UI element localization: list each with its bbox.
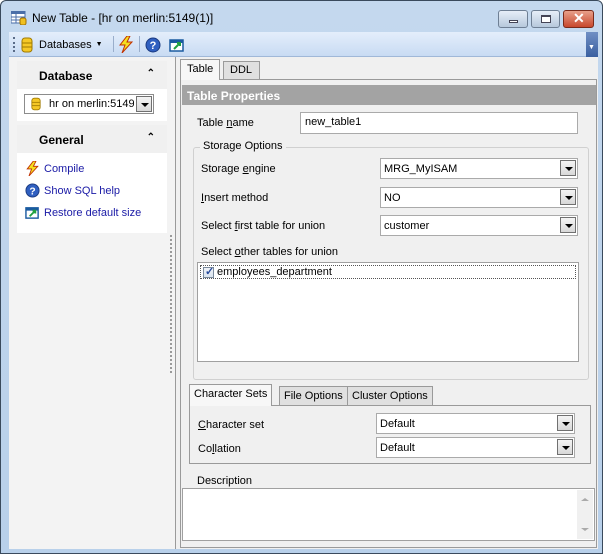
- databases-dropdown-button[interactable]: Databases ▼: [21, 35, 103, 54]
- show-sql-help-link[interactable]: ? Show SQL help: [25, 183, 120, 198]
- first-table-label: Select first table for union: [201, 220, 326, 232]
- storage-engine-label: Storage engine: [201, 163, 276, 175]
- table-tab-content: Table Properties Table name new_table1 S…: [180, 79, 597, 548]
- restore-default-size-label: Restore default size: [44, 206, 142, 219]
- collation-label: Collation: [198, 443, 241, 455]
- toolbar: Databases ▼ ? ▼: [9, 32, 598, 57]
- compile-link[interactable]: Compile: [25, 161, 84, 176]
- other-tables-list[interactable]: employees_department: [197, 262, 579, 362]
- general-section-title: General: [39, 133, 84, 147]
- panel-splitter[interactable]: [170, 235, 174, 373]
- restore-size-icon: [25, 207, 39, 219]
- databases-label: Databases: [39, 38, 92, 51]
- dropdown-arrow-icon[interactable]: [560, 160, 576, 176]
- compile-icon: [26, 161, 39, 176]
- maximize-icon: [541, 15, 551, 23]
- collation-select[interactable]: Default: [376, 437, 575, 458]
- toolbar-overflow-button[interactable]: ▼: [586, 32, 598, 57]
- insert-method-select[interactable]: NO: [380, 187, 578, 208]
- compile-icon: [119, 36, 133, 53]
- other-tables-label: Select other tables for union: [201, 246, 338, 258]
- character-set-select[interactable]: Default: [376, 413, 575, 434]
- dropdown-arrow-icon[interactable]: [557, 415, 573, 431]
- minimize-button[interactable]: [498, 10, 528, 28]
- general-section-header[interactable]: General ⌃: [17, 125, 167, 153]
- collapse-icon[interactable]: ⌃: [147, 132, 155, 143]
- database-section-header[interactable]: Database ⌃: [17, 61, 167, 89]
- character-set-value: Default: [380, 418, 415, 430]
- toolbar-separator: [113, 36, 114, 52]
- compile-button[interactable]: [119, 35, 133, 54]
- first-table-value: customer: [384, 220, 430, 232]
- table-name-label: Table name: [197, 117, 254, 129]
- table-properties-header: Table Properties: [182, 85, 596, 105]
- scroll-down-icon[interactable]: [581, 528, 589, 531]
- window: New Table - [hr on merlin:5149(1)] ✕ Dat…: [0, 0, 603, 554]
- subtab-character-sets[interactable]: Character Sets: [189, 384, 273, 406]
- chevron-down-icon: ▼: [95, 41, 103, 48]
- description-label: Description: [197, 475, 253, 487]
- database-select[interactable]: hr on merlin:5149(1): [24, 94, 154, 114]
- first-table-select[interactable]: customer: [380, 215, 578, 236]
- dropdown-arrow-icon[interactable]: [560, 189, 576, 205]
- title-bar: New Table - [hr on merlin:5149(1)] ✕: [1, 1, 602, 32]
- storage-engine-value: MRG_MyISAM: [384, 163, 458, 175]
- svg-text:?: ?: [150, 40, 157, 52]
- close-button[interactable]: ✕: [563, 10, 594, 28]
- database-icon: [31, 97, 41, 111]
- vertical-scrollbar[interactable]: [577, 490, 593, 539]
- minimize-icon: [509, 20, 518, 23]
- scroll-up-icon[interactable]: [581, 498, 589, 501]
- storage-engine-select[interactable]: MRG_MyISAM: [380, 158, 578, 179]
- window-title: New Table - [hr on merlin:5149(1)]: [32, 11, 214, 25]
- close-icon: ✕: [573, 10, 585, 26]
- character-sets-content: Character set Default Collation Default: [189, 405, 591, 464]
- storage-options-group: Storage Options Storage engine MRG_MyISA…: [193, 140, 589, 380]
- list-item-label: employees_department: [217, 266, 332, 278]
- compile-link-label: Compile: [44, 162, 85, 175]
- restore-size-button[interactable]: [169, 35, 185, 54]
- database-section-body: hr on merlin:5149(1): [17, 89, 167, 121]
- subtab-cluster-options[interactable]: Cluster Options: [347, 386, 433, 406]
- tab-table[interactable]: Table: [180, 59, 221, 80]
- tab-ddl[interactable]: DDL: [223, 61, 260, 79]
- dropdown-arrow-icon[interactable]: [560, 217, 576, 233]
- database-icon: [21, 37, 33, 52]
- collation-value: Default: [380, 442, 415, 454]
- database-select-value: hr on merlin:5149(1): [49, 98, 134, 110]
- table-name-input[interactable]: new_table1: [300, 112, 578, 134]
- dropdown-arrow-icon[interactable]: [136, 96, 152, 112]
- general-section-body: Compile ? Show SQL help Restore default …: [17, 153, 167, 233]
- storage-options-title: Storage Options: [200, 140, 286, 152]
- navigation-bar: Database ⌃ hr on merlin:5149(1) General …: [9, 57, 175, 549]
- help-button[interactable]: ?: [145, 35, 161, 54]
- show-sql-help-label: Show SQL help: [44, 184, 121, 197]
- help-icon: ?: [25, 183, 40, 198]
- list-item[interactable]: employees_department: [200, 265, 576, 279]
- main-panel: Table DDL Table Properties Table name ne…: [175, 57, 598, 549]
- checkbox-checked[interactable]: [203, 265, 214, 278]
- description-textarea[interactable]: [182, 488, 595, 541]
- maximize-button[interactable]: [531, 10, 560, 28]
- database-section-title: Database: [39, 69, 93, 83]
- restore-size-icon: [169, 38, 184, 52]
- collapse-icon[interactable]: ⌃: [147, 68, 155, 79]
- insert-method-label: Insert method: [201, 192, 269, 204]
- subtab-file-options[interactable]: File Options: [279, 386, 348, 406]
- restore-default-size-link[interactable]: Restore default size: [25, 205, 141, 220]
- svg-text:?: ?: [29, 186, 35, 197]
- table-icon: [11, 11, 27, 25]
- toolbar-separator: [139, 36, 140, 52]
- insert-method-value: NO: [384, 192, 401, 204]
- character-set-label: Character set: [198, 419, 265, 431]
- toolbar-grip[interactable]: [13, 37, 15, 52]
- chevron-down-icon: ▼: [588, 44, 595, 51]
- dropdown-arrow-icon[interactable]: [557, 439, 573, 455]
- help-icon: ?: [145, 37, 161, 52]
